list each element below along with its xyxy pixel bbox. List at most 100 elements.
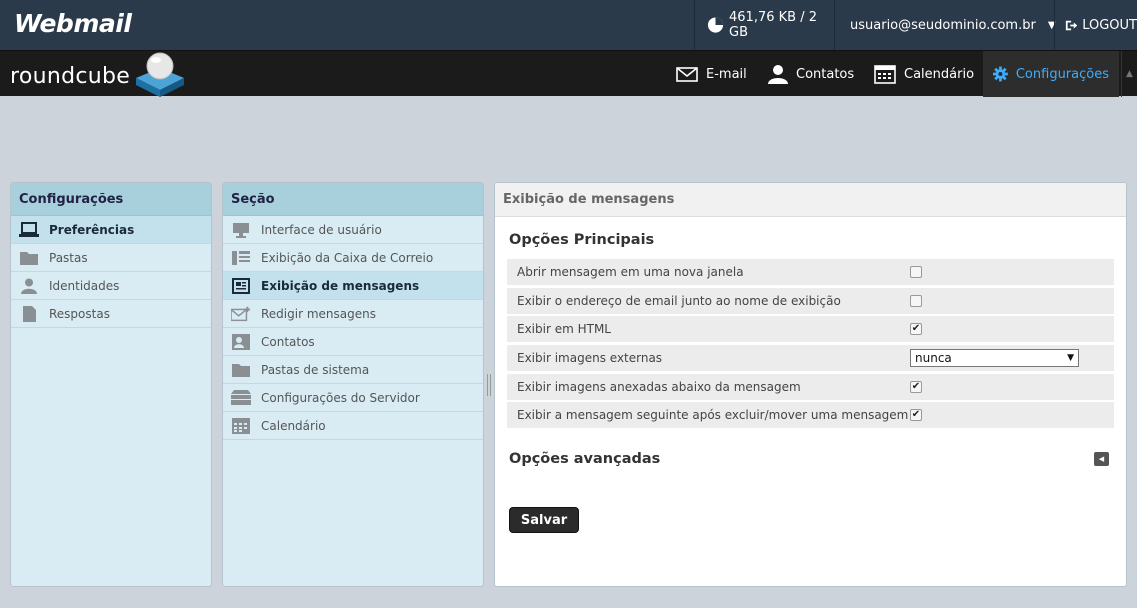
section-item-label: Pastas de sistema bbox=[261, 362, 370, 377]
section-list: Interface de usuário Exibição da Caixa de… bbox=[223, 216, 483, 440]
nav-calendar-label: Calendário bbox=[904, 66, 975, 82]
expand-toggle-icon[interactable]: ◀ bbox=[1094, 452, 1109, 466]
option-label: Exibir imagens externas bbox=[517, 351, 663, 366]
option-checkbox[interactable] bbox=[910, 266, 922, 278]
section-item-label: Interface de usuário bbox=[261, 222, 382, 237]
section-panel: Seção Interface de usuário Exibição da Ca… bbox=[222, 182, 484, 587]
panel-splitter[interactable] bbox=[486, 374, 492, 396]
main-options-title: Opções Principais bbox=[509, 232, 655, 248]
section-item-label: Exibição da Caixa de Correio bbox=[261, 250, 434, 265]
pie-chart-icon bbox=[707, 17, 724, 33]
compose-icon bbox=[231, 305, 251, 323]
options-table: Abrir mensagem em uma nova janela Exibir … bbox=[507, 259, 1114, 431]
settings-list: Preferências Pastas Identidades Respostas bbox=[11, 216, 211, 328]
nav-settings[interactable]: Configurações bbox=[983, 51, 1119, 97]
quota-text: 461,76 KB / 2 GB bbox=[729, 10, 817, 40]
nav-calendar[interactable]: Calendário bbox=[864, 51, 984, 97]
settings-item-label: Pastas bbox=[49, 250, 88, 265]
contact-card-icon bbox=[231, 333, 251, 351]
user-menu[interactable]: usuario@seudominio.com.br ▼ bbox=[834, 0, 1056, 50]
nav-contacts-label: Contatos bbox=[796, 66, 855, 82]
option-label: Exibir a mensagem seguinte após excluir/… bbox=[517, 408, 909, 423]
settings-item-preferencias[interactable]: Preferências bbox=[11, 216, 211, 244]
nav-mail-label: E-mail bbox=[706, 66, 747, 82]
section-item-interface-de-usuario[interactable]: Interface de usuário bbox=[223, 216, 483, 244]
section-item-pastas-de-sistema[interactable]: Pastas de sistema bbox=[223, 356, 483, 384]
roundcube-logo-text: roundcube bbox=[10, 63, 131, 89]
save-button[interactable]: Salvar bbox=[509, 507, 579, 533]
option-control bbox=[910, 288, 922, 314]
option-checkbox[interactable]: ✔ bbox=[910, 380, 922, 393]
roundcube-logo[interactable]: roundcube bbox=[10, 52, 188, 97]
message-view-icon bbox=[231, 277, 251, 295]
checkmark-icon: ✔ bbox=[911, 409, 921, 421]
nav-settings-label: Configurações bbox=[1015, 66, 1109, 82]
section-item-label: Configurações do Servidor bbox=[261, 390, 420, 405]
section-item-redigir-mensagens[interactable]: Redigir mensagens bbox=[223, 300, 483, 328]
option-row: Exibir a mensagem seguinte após excluir/… bbox=[507, 402, 1114, 429]
document-icon bbox=[19, 305, 39, 323]
option-control: ✔ bbox=[910, 316, 922, 342]
option-control bbox=[910, 259, 922, 285]
monitor-icon bbox=[231, 221, 251, 239]
settings-item-pastas[interactable]: Pastas bbox=[11, 244, 211, 272]
webmail-topbar: Webmail 461,76 KB / 2 GB usuario@seudomi… bbox=[0, 0, 1137, 50]
collapse-up-icon[interactable]: ▲ bbox=[1121, 51, 1137, 97]
quota-indicator: 461,76 KB / 2 GB bbox=[694, 0, 834, 50]
roundcube-bar: roundcube E-mail Contatos Calendário Con… bbox=[0, 50, 1137, 97]
external-images-select[interactable]: nunca ▼ bbox=[910, 349, 1079, 368]
nav-contacts[interactable]: Contatos bbox=[758, 51, 864, 97]
settings-item-label: Preferências bbox=[49, 222, 135, 237]
server-icon bbox=[231, 389, 251, 407]
logout-label: LOGOUT bbox=[1082, 17, 1137, 33]
option-label: Exibir em HTML bbox=[517, 322, 611, 337]
option-row: Exibir em HTML ✔ bbox=[507, 316, 1114, 343]
laptop-icon bbox=[19, 221, 39, 239]
section-item-exibicao-de-mensagens[interactable]: Exibição de mensagens bbox=[223, 272, 483, 300]
webmail-brand: Webmail bbox=[14, 9, 132, 38]
section-item-contatos[interactable]: Contatos bbox=[223, 328, 483, 356]
person-icon bbox=[768, 65, 788, 84]
dropdown-arrow-icon: ▼ bbox=[1067, 353, 1074, 364]
checkmark-icon: ✔ bbox=[911, 380, 921, 392]
settings-item-label: Identidades bbox=[49, 278, 120, 293]
calendar-icon bbox=[231, 417, 251, 435]
main-panel-title: Exibição de mensagens bbox=[495, 183, 1126, 217]
settings-panel-title: Configurações bbox=[11, 183, 211, 216]
user-email: usuario@seudominio.com.br bbox=[850, 17, 1036, 33]
folder-icon bbox=[19, 249, 39, 267]
section-item-label: Contatos bbox=[261, 334, 315, 349]
checkmark-icon: ✔ bbox=[911, 323, 921, 335]
section-item-label: Exibição de mensagens bbox=[261, 278, 420, 293]
person-icon bbox=[19, 277, 39, 295]
option-label: Exibir o endereço de email junto ao nome… bbox=[517, 293, 841, 308]
gear-icon bbox=[993, 66, 1008, 82]
envelope-icon bbox=[676, 66, 698, 82]
section-item-calendario[interactable]: Calendário bbox=[223, 412, 483, 440]
folder-icon bbox=[231, 361, 251, 379]
option-checkbox[interactable] bbox=[910, 294, 922, 307]
option-label: Exibir imagens anexadas abaixo da mensag… bbox=[517, 379, 801, 394]
option-control: ✔ bbox=[910, 374, 922, 400]
section-panel-title: Seção bbox=[223, 183, 483, 216]
option-control: nunca ▼ bbox=[910, 345, 1079, 371]
section-item-configuracoes-do-servidor[interactable]: Configurações do Servidor bbox=[223, 384, 483, 412]
advanced-options-title[interactable]: Opções avançadas bbox=[509, 451, 660, 467]
option-row: Exibir imagens externas nunca ▼ bbox=[507, 345, 1114, 372]
select-value: nunca bbox=[915, 351, 952, 366]
option-row: Exibir o endereço de email junto ao nome… bbox=[507, 287, 1114, 314]
section-item-exibicao-da-caixa-de-correio[interactable]: Exibição da Caixa de Correio bbox=[223, 244, 483, 272]
settings-item-label: Respostas bbox=[49, 306, 110, 321]
option-row: Abrir mensagem em uma nova janela bbox=[507, 259, 1114, 285]
option-control: ✔ bbox=[910, 402, 922, 428]
option-checkbox[interactable]: ✔ bbox=[910, 323, 922, 336]
logout-icon bbox=[1065, 20, 1078, 30]
settings-item-respostas[interactable]: Respostas bbox=[11, 300, 211, 328]
settings-item-identidades[interactable]: Identidades bbox=[11, 272, 211, 300]
nav-mail[interactable]: E-mail bbox=[666, 51, 757, 97]
logout-button[interactable]: LOGOUT bbox=[1054, 0, 1137, 50]
option-row: Exibir imagens anexadas abaixo da mensag… bbox=[507, 373, 1114, 400]
settings-panel: Configurações Preferências Pastas Identida… bbox=[10, 182, 212, 587]
option-checkbox[interactable]: ✔ bbox=[910, 409, 922, 422]
message-display-panel: Exibição de mensagens Opções Principais … bbox=[494, 182, 1127, 587]
